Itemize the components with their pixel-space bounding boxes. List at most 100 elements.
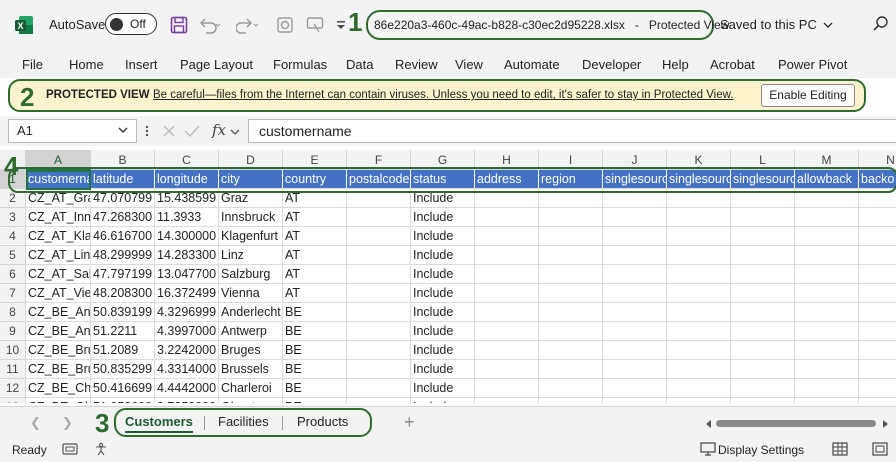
grid-cell[interactable] <box>667 341 731 360</box>
grid-cell[interactable] <box>667 303 731 322</box>
grid-cell[interactable] <box>667 208 731 227</box>
grid-cell[interactable] <box>731 322 795 341</box>
grid-cell[interactable]: AT <box>283 189 347 208</box>
grid-cell[interactable] <box>347 341 411 360</box>
column-header[interactable]: G <box>411 150 475 170</box>
grid-cell[interactable] <box>859 265 896 284</box>
grid-cell[interactable] <box>795 398 859 403</box>
save-icon[interactable] <box>170 13 188 37</box>
grid-cell[interactable]: 48.208300 <box>91 284 155 303</box>
grid-cell[interactable] <box>667 379 731 398</box>
grid-cell[interactable] <box>731 398 795 403</box>
grid-cell[interactable]: Include <box>411 246 475 265</box>
grid-cell[interactable]: Linz <box>219 246 283 265</box>
column-header[interactable]: N <box>859 150 896 170</box>
add-sheet-icon[interactable]: + <box>404 412 415 433</box>
grid-cell[interactable]: BE <box>283 398 347 403</box>
grid-cell[interactable]: BE <box>283 360 347 379</box>
grid-cell[interactable] <box>539 208 603 227</box>
header-cell[interactable]: singlesource <box>731 170 795 189</box>
grid-cell[interactable]: Include <box>411 265 475 284</box>
header-cell[interactable]: singlesource <box>667 170 731 189</box>
grid-cell[interactable] <box>347 322 411 341</box>
grid-cell[interactable] <box>539 322 603 341</box>
grid-cell[interactable] <box>859 284 896 303</box>
grid-cell[interactable]: AT <box>283 208 347 227</box>
display-settings-button[interactable]: Display Settings <box>718 443 804 457</box>
grid-cell[interactable]: AT <box>283 246 347 265</box>
grid-cell[interactable]: CZ_BE_Charleroi <box>26 379 91 398</box>
insert-function-icon[interactable]: fx <box>212 121 226 139</box>
grid-cell[interactable]: 14.300000 <box>155 227 219 246</box>
grid-cell[interactable] <box>731 284 795 303</box>
grid-cell[interactable] <box>475 322 539 341</box>
header-cell[interactable]: status <box>411 170 475 189</box>
grid-cell[interactable]: AT <box>283 284 347 303</box>
grid-cell[interactable]: Include <box>411 398 475 403</box>
grid-cell[interactable] <box>731 246 795 265</box>
header-cell[interactable]: longitude <box>155 170 219 189</box>
grid-cell[interactable]: AT <box>283 227 347 246</box>
grid-cell[interactable]: 4.3997000 <box>155 322 219 341</box>
grid-cell[interactable] <box>603 189 667 208</box>
grid-cell[interactable] <box>603 360 667 379</box>
grid-cell[interactable]: 4.3314000 <box>155 360 219 379</box>
column-header[interactable]: C <box>155 150 219 170</box>
tab-formulas[interactable]: Formulas <box>273 57 327 72</box>
cell-mode-icon[interactable] <box>62 442 78 456</box>
grid-cell[interactable] <box>667 189 731 208</box>
next-sheet-arrow-icon[interactable]: ❯ <box>62 415 73 431</box>
tab-acrobat[interactable]: Acrobat <box>710 57 755 72</box>
grid-cell[interactable]: CZ_BE_Anderlecht <box>26 303 91 322</box>
grid-cell[interactable]: Include <box>411 189 475 208</box>
row-header[interactable]: 12 <box>0 379 26 398</box>
grid-cell[interactable] <box>539 398 603 403</box>
grid-cell[interactable]: AT <box>283 265 347 284</box>
header-cell[interactable]: address <box>475 170 539 189</box>
tab-review[interactable]: Review <box>395 57 438 72</box>
grid-cell[interactable] <box>603 398 667 403</box>
grid-cell[interactable] <box>347 360 411 379</box>
grid-cell[interactable]: Include <box>411 360 475 379</box>
grid-cell[interactable]: BE <box>283 379 347 398</box>
grid-cell[interactable]: CZ_AT_Graz <box>26 189 91 208</box>
grid-cell[interactable] <box>347 379 411 398</box>
grid-cell[interactable]: 4.3296999 <box>155 303 219 322</box>
tab-developer[interactable]: Developer <box>582 57 641 72</box>
refresh-icon[interactable] <box>276 13 294 37</box>
column-header[interactable]: L <box>731 150 795 170</box>
grid-cell[interactable] <box>539 360 603 379</box>
grid-cell[interactable]: CZ_AT_Innsbruck <box>26 208 91 227</box>
grid-cell[interactable] <box>475 227 539 246</box>
grid-cell[interactable] <box>347 246 411 265</box>
cancel-icon[interactable] <box>162 124 176 138</box>
grid-cell[interactable] <box>603 246 667 265</box>
column-header[interactable]: B <box>91 150 155 170</box>
grid-cell[interactable]: CZ_BE_Antwerp <box>26 322 91 341</box>
grid-cell[interactable]: CZ_BE_Brussels <box>26 360 91 379</box>
row-header[interactable]: 2 <box>0 189 26 208</box>
grid-cell[interactable] <box>859 227 896 246</box>
grid-cell[interactable] <box>347 303 411 322</box>
grid-cell[interactable]: Salzburg <box>219 265 283 284</box>
grid-cell[interactable] <box>475 341 539 360</box>
scroll-left-icon[interactable] <box>706 420 712 428</box>
grid-cell[interactable]: Anderlecht <box>219 303 283 322</box>
row-header[interactable]: 6 <box>0 265 26 284</box>
grid-cell[interactable] <box>731 341 795 360</box>
grid-cell[interactable] <box>859 360 896 379</box>
grid-cell[interactable] <box>539 189 603 208</box>
grid-cell[interactable] <box>667 360 731 379</box>
tab-file[interactable]: File <box>22 57 43 72</box>
row-header[interactable]: 9 <box>0 322 26 341</box>
tab-page-layout[interactable]: Page Layout <box>180 57 253 72</box>
grid-cell[interactable]: Include <box>411 303 475 322</box>
row-header[interactable]: 4 <box>0 227 26 246</box>
grid-cell[interactable]: CZ_AT_Salzburg <box>26 265 91 284</box>
grid-cell[interactable]: Include <box>411 227 475 246</box>
grid-cell[interactable]: 51.2211 <box>91 322 155 341</box>
autosave-toggle[interactable]: Off <box>105 13 157 35</box>
grid-cell[interactable] <box>859 341 896 360</box>
sheet-tab-products[interactable]: Products <box>297 414 348 429</box>
grid-cell[interactable] <box>347 398 411 403</box>
